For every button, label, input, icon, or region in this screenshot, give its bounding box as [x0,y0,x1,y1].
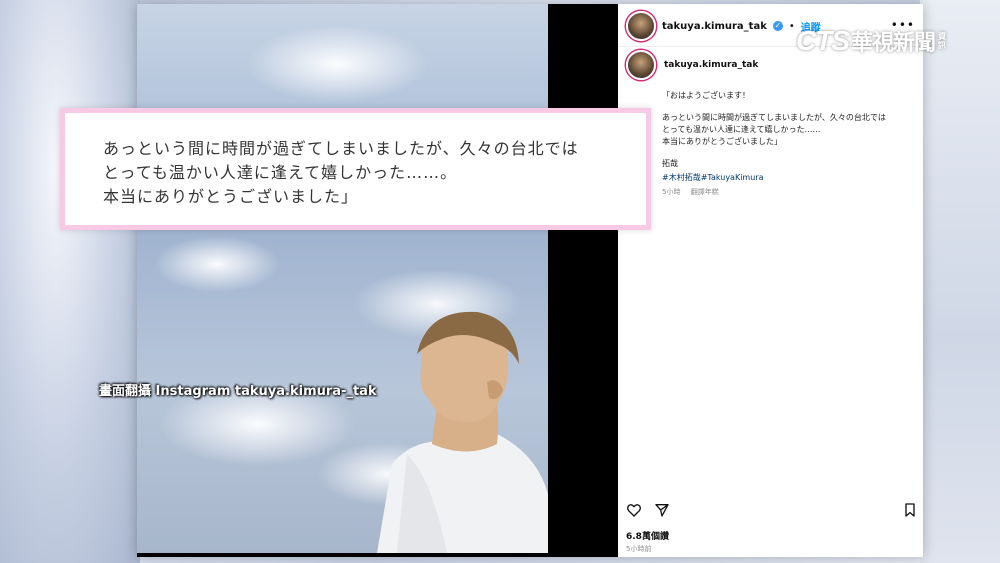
avatar[interactable] [626,11,656,41]
logo-tag: 資訊 [938,32,947,50]
logo-cts-text: CTS [796,25,850,56]
person-figure [377,311,548,553]
post-actions [626,500,918,520]
source-caption: 畫面翻攝 Instagram takuya.kimura-_tak [99,384,377,399]
logo-chinese-text: 華視新聞 [851,31,936,56]
quote-text: あっという間に時間が過ぎてしまいましたが、久々の台北では とっても温かい人達に逢… [103,139,579,206]
caption-hashtags[interactable]: #木村拓哉#TakuyaKimura [662,172,917,184]
translate-link[interactable]: 翻譯年糕 [691,188,719,196]
heart-icon[interactable] [626,502,642,518]
caption-username[interactable]: takuya.kimura_tak [664,60,758,70]
post-photo [137,4,548,553]
post-caption: 「おはようございます！ あっという間に時間が過ぎてしまいましたが、久々の台北では… [662,90,917,198]
save-icon[interactable] [902,502,918,518]
username-link[interactable]: takuya.kimura_tak [662,21,767,32]
separator-dot: • [788,20,795,32]
caption-meta: 5小時 翻譯年糕 [662,186,917,198]
quote-overlay: あっという間に時間が過ぎてしまいましたが、久々の台北では とっても温かい人達に逢… [60,108,651,230]
caption-greeting: 「おはようございます！ [662,91,750,100]
verified-badge-icon: ✓ [772,21,783,31]
share-icon[interactable] [654,502,670,518]
background-blur-right [920,0,1000,563]
caption-avatar[interactable] [626,50,656,80]
caption-time: 5小時 [662,188,681,196]
caption-body: あっという間に時間が過ぎてしまいましたが、久々の台北では とっても温かい人達に逢… [662,113,886,146]
caption-signature: 拓哉 [662,159,678,168]
caption-header: takuya.kimura_tak [626,50,758,80]
post-sidebar: takuya.kimura_tak ✓ • 追蹤 ••• takuya.kimu… [618,4,923,557]
cts-news-logo: CTS 華視新聞 資訊 [796,24,968,58]
like-count[interactable]: 6.8萬個讚 [626,529,669,542]
background-blur-left [0,0,140,563]
post-timestamp: 5小時前 [626,545,652,553]
